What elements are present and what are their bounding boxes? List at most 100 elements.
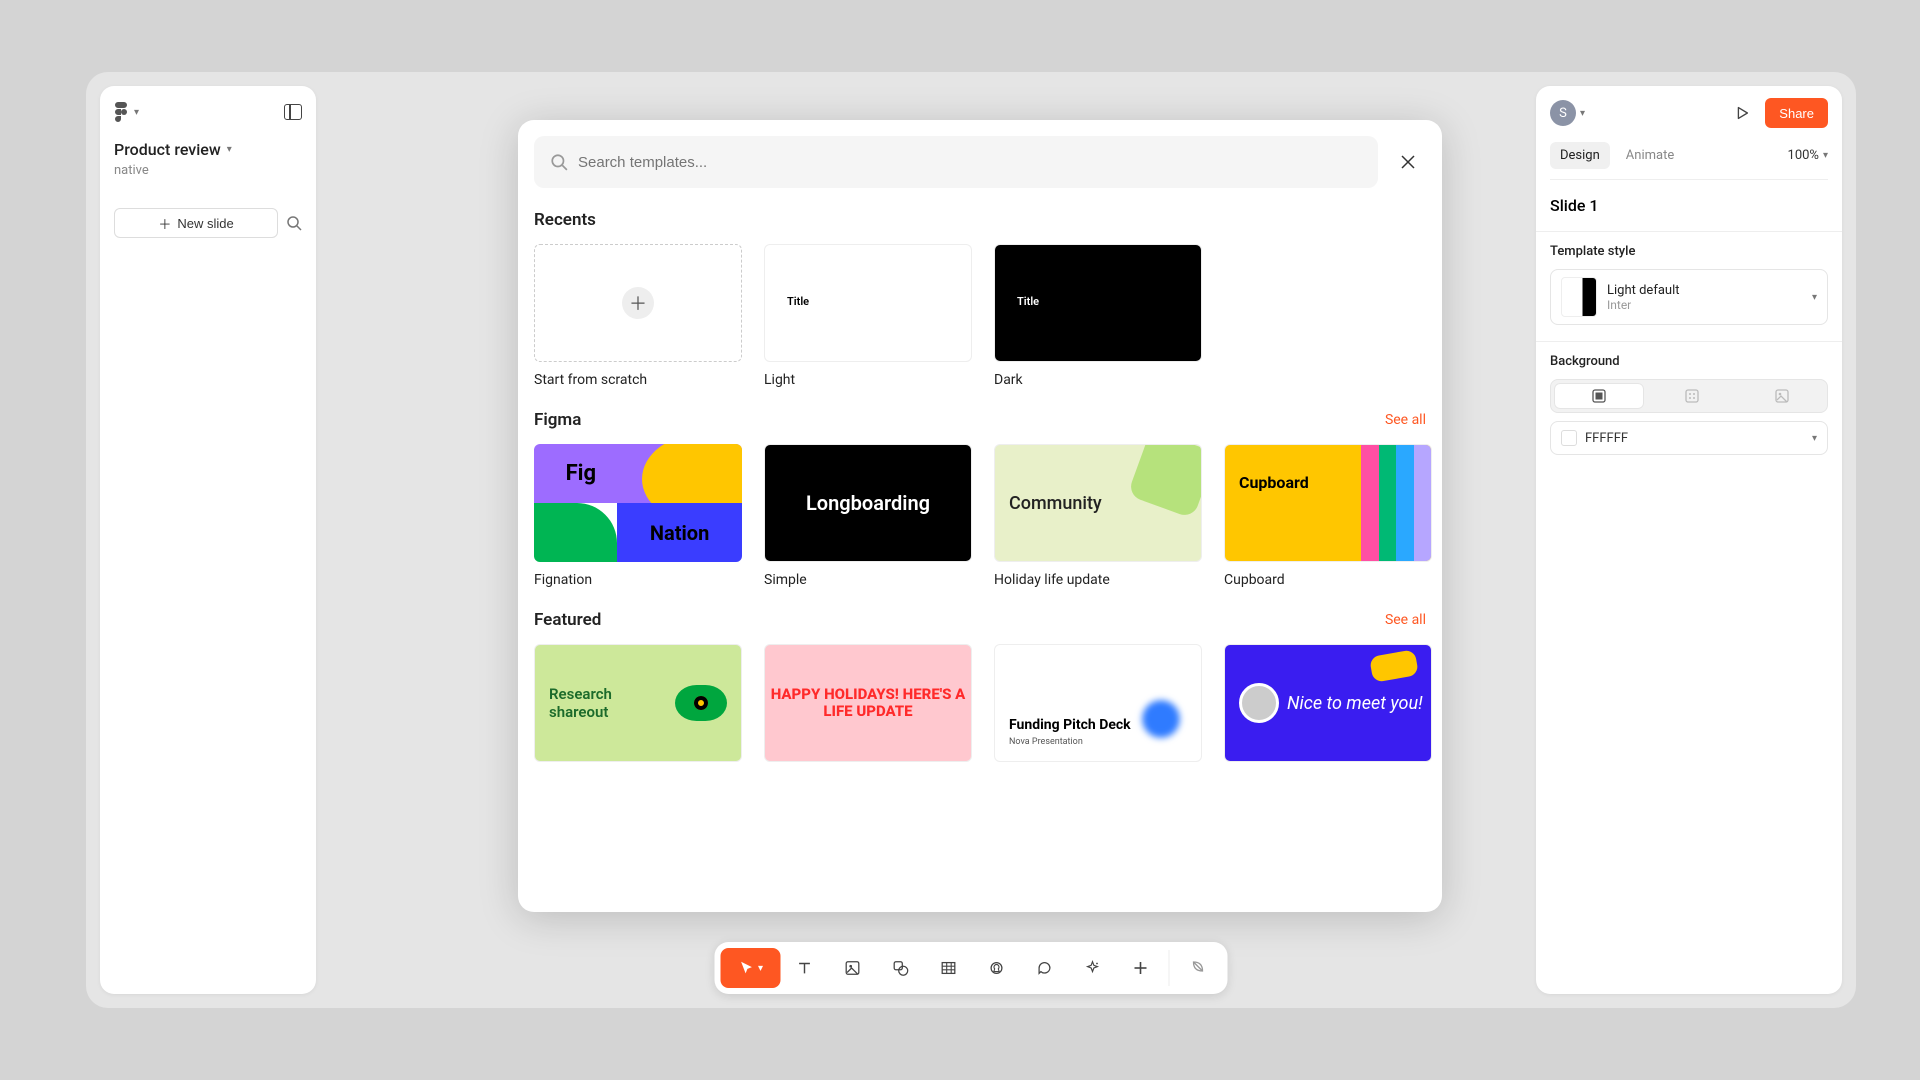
template-card-scratch[interactable]: ＋ Start from scratch — [534, 244, 742, 388]
plus-icon — [1133, 960, 1149, 976]
color-swatch — [1561, 430, 1577, 446]
chevron-down-icon: ▾ — [134, 107, 139, 118]
tool-add[interactable] — [1117, 948, 1165, 988]
chevron-down-icon: ▾ — [758, 963, 763, 974]
plus-icon: ＋ — [158, 214, 171, 233]
chevron-down-icon: ▾ — [1580, 108, 1585, 119]
tool-move[interactable]: ▾ — [721, 948, 781, 988]
background-mode-toggle[interactable] — [1550, 379, 1828, 413]
plus-icon: ＋ — [622, 287, 654, 319]
see-all-figma[interactable]: See all — [1385, 412, 1426, 428]
see-all-featured[interactable]: See all — [1385, 612, 1426, 628]
project-title[interactable]: Product review ▾ — [114, 140, 302, 159]
avatar-icon — [1239, 683, 1279, 723]
tool-image[interactable] — [829, 948, 877, 988]
tool-stamp[interactable] — [973, 948, 1021, 988]
card-label: Holiday life update — [994, 572, 1202, 588]
app-window: ▾ Product review ▾ native ＋ New slide — [86, 72, 1856, 1008]
thumb-text: HAPPY HOLIDAYS! HERE'S A LIFE UPDATE — [765, 686, 971, 721]
section-recents-title: Recents — [534, 210, 1426, 230]
image-icon — [1774, 388, 1790, 404]
template-card-simple[interactable]: Longboarding Simple — [764, 444, 972, 588]
card-label: Dark — [994, 372, 1202, 388]
project-subtitle: native — [114, 163, 302, 178]
close-icon — [1400, 154, 1416, 170]
chevron-down-icon: ▾ — [1812, 292, 1817, 303]
tool-shape[interactable] — [877, 948, 925, 988]
user-menu[interactable]: S ▾ — [1550, 100, 1585, 126]
style-font: Inter — [1607, 298, 1802, 312]
bg-mode-gradient[interactable] — [1647, 380, 1737, 412]
template-card-holiday[interactable]: HAPPY HOLIDAYS! HERE'S A LIFE UPDATE — [764, 644, 972, 762]
recents-grid: ＋ Start from scratch Title Light Title D… — [534, 244, 1426, 388]
tool-table[interactable] — [925, 948, 973, 988]
present-icon[interactable] — [1733, 104, 1751, 122]
right-panel: S ▾ Share Design Animate 100% ▾ Slide 1 … — [1536, 86, 1842, 994]
template-card-research[interactable]: Research shareout — [534, 644, 742, 762]
search-slides-button[interactable] — [286, 215, 302, 231]
left-panel: ▾ Product review ▾ native ＋ New slide — [100, 86, 316, 994]
template-card-dark[interactable]: Title Dark — [994, 244, 1202, 388]
chevron-down-icon: ▾ — [227, 144, 232, 155]
zoom-value: 100% — [1788, 148, 1819, 163]
card-label: Simple — [764, 572, 972, 588]
section-featured-title: Featured — [534, 610, 601, 630]
slide-title: Slide 1 — [1550, 196, 1828, 215]
stamp-icon — [988, 959, 1006, 977]
template-card-funding[interactable]: Funding Pitch Deck Nova Presentation — [994, 644, 1202, 762]
thumb-text: Nice to meet you! — [1287, 693, 1423, 714]
background-color-field[interactable]: FFFFFF ▾ — [1550, 421, 1828, 455]
template-style-selector[interactable]: Light default Inter ▾ — [1550, 269, 1828, 325]
template-card-meetyou[interactable]: Nice to meet you! — [1224, 644, 1432, 762]
tool-dev[interactable] — [1174, 948, 1222, 988]
tool-comment[interactable] — [1021, 948, 1069, 988]
card-label: Cupboard — [1224, 572, 1432, 588]
shape-icon — [892, 959, 910, 977]
gradient-icon — [1684, 388, 1700, 404]
style-thumb — [1561, 277, 1597, 317]
thumb-text: Research shareout — [549, 685, 665, 721]
tab-animate[interactable]: Animate — [1616, 142, 1684, 169]
new-slide-button[interactable]: ＋ New slide — [114, 208, 278, 238]
eye-icon — [675, 685, 727, 721]
thumb-text: Cupboard — [1239, 473, 1309, 492]
sidebar-toggle-icon[interactable] — [284, 104, 302, 120]
project-title-text: Product review — [114, 140, 221, 159]
share-button[interactable]: Share — [1765, 98, 1828, 128]
thumb-text: Funding Pitch Deck — [1009, 717, 1187, 733]
table-icon — [940, 959, 958, 977]
template-modal: Recents ＋ Start from scratch Title Light… — [518, 120, 1442, 912]
thumb-text: Title — [1017, 295, 1039, 308]
thumb-text: Fig — [534, 444, 628, 503]
thumb-subtext: Nova Presentation — [1009, 737, 1187, 747]
template-card-light[interactable]: Title Light — [764, 244, 972, 388]
bg-mode-image[interactable] — [1737, 380, 1827, 412]
tool-text[interactable] — [781, 948, 829, 988]
figma-logo-icon — [114, 102, 128, 122]
card-label: Light — [764, 372, 972, 388]
comment-icon — [1036, 959, 1054, 977]
figma-menu[interactable]: ▾ — [114, 102, 139, 122]
template-search-input[interactable] — [578, 154, 1362, 171]
template-search-field[interactable] — [534, 136, 1378, 188]
chevron-down-icon: ▾ — [1823, 150, 1828, 161]
close-modal-button[interactable] — [1390, 144, 1426, 180]
tab-design[interactable]: Design — [1550, 142, 1610, 169]
card-label: Start from scratch — [534, 372, 742, 388]
solid-fill-icon — [1591, 388, 1607, 404]
leaf-cursor-icon — [1188, 958, 1208, 978]
template-card-community[interactable]: Community Holiday life update — [994, 444, 1202, 588]
tool-ai[interactable] — [1069, 948, 1117, 988]
zoom-selector[interactable]: 100% ▾ — [1788, 148, 1828, 163]
text-icon — [796, 959, 814, 977]
bottom-toolbar: ▾ — [715, 942, 1228, 994]
featured-grid: Research shareout HAPPY HOLIDAYS! HERE'S… — [534, 644, 1426, 762]
template-card-cupboard[interactable]: Cupboard Cupboard — [1224, 444, 1432, 588]
search-icon — [550, 153, 568, 171]
bg-mode-solid[interactable] — [1554, 383, 1644, 409]
thumb-text: Nation — [617, 503, 742, 562]
new-slide-label: New slide — [177, 216, 233, 231]
image-icon — [844, 959, 862, 977]
thumb-text: Title — [787, 295, 809, 308]
template-card-fignation[interactable]: Fig Nation Fignation — [534, 444, 742, 588]
